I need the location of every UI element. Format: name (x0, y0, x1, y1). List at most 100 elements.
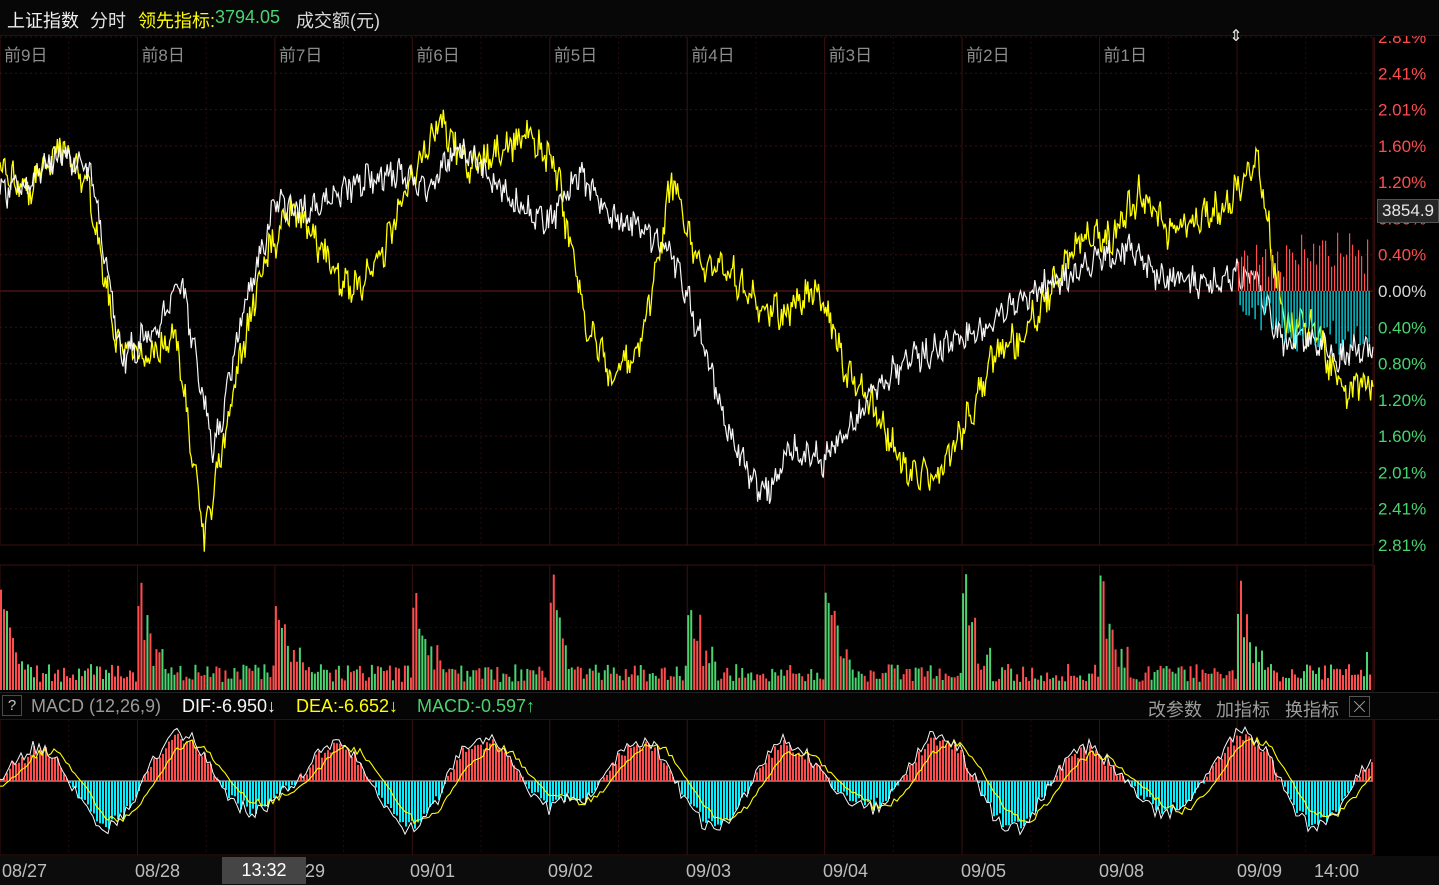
macd-histogram-bar (495, 745, 497, 781)
strength-bar-up (1337, 232, 1339, 291)
strength-bar-up (1334, 265, 1336, 291)
current-price-box: 3854.9 (1377, 199, 1439, 223)
macd-histogram-bar (681, 781, 683, 795)
volume-bar (881, 673, 884, 690)
volume-bar (84, 670, 86, 690)
strength-bar-up (1286, 245, 1288, 291)
volume-bar (0, 589, 2, 690)
volume-bar (355, 669, 358, 690)
macd-histogram-bar (774, 746, 776, 781)
macd-histogram-bar (918, 751, 920, 781)
volume-bar (295, 661, 298, 690)
volume-bar (215, 666, 218, 690)
volume-bar (481, 678, 484, 690)
volume-bar (331, 681, 334, 690)
volume-bar (469, 676, 472, 690)
macd-histogram-bar (1233, 745, 1235, 781)
volume-bar (105, 669, 107, 690)
macd-histogram-bar (258, 781, 260, 801)
volume-bar (920, 667, 923, 690)
macd-histogram-bar (837, 781, 839, 793)
volume-bar (591, 670, 594, 690)
volume-bar (436, 645, 439, 690)
volume-bar (744, 677, 747, 690)
strength-bar-down (1248, 291, 1250, 316)
macd-histogram-bar (816, 763, 818, 781)
macd-histogram-bar (1011, 781, 1013, 823)
strength-bar-up (1250, 271, 1252, 291)
y-tick-label: 2.01% (1378, 463, 1426, 482)
macd-histogram-bar (699, 781, 701, 812)
volume-bar (541, 670, 544, 690)
macd-histogram-bar (981, 781, 983, 796)
volume-bar (1315, 673, 1317, 690)
x-tick-label: 09/09 (1237, 861, 1282, 881)
volume-bar (346, 665, 349, 690)
macd-histogram-bar (357, 764, 359, 781)
volume-bar (272, 665, 275, 690)
volume-bar (902, 674, 905, 690)
volume-bar (367, 677, 370, 690)
volume-bar (316, 671, 319, 690)
macd-histogram-bar (471, 748, 473, 781)
volume-bar (648, 673, 651, 690)
strength-bar-down (1308, 291, 1310, 329)
volume-bar (816, 672, 819, 690)
volume-bar (194, 664, 197, 690)
volume-bar (111, 664, 113, 690)
macd-histogram-bar (693, 781, 695, 807)
strength-bar-up (1274, 276, 1276, 291)
volume-bar (926, 671, 929, 690)
volume-bar (1150, 679, 1153, 690)
close-panel-icon[interactable] (1349, 696, 1370, 717)
macd-histogram-bar (1170, 781, 1172, 813)
macd-histogram-bar (588, 781, 590, 795)
volume-bar (457, 673, 460, 690)
volume-bar (129, 670, 131, 690)
macd-histogram-bar (1056, 775, 1058, 781)
volume-bar (914, 667, 917, 690)
macd-histogram-bar (1236, 735, 1238, 781)
volume-bar (520, 669, 523, 690)
macd-histogram-bar (972, 776, 974, 781)
add-indicator-button[interactable]: 加指标 (1216, 696, 1270, 722)
help-button[interactable]: ? (2, 695, 22, 716)
macd-histogram-bar (1116, 775, 1118, 781)
macd-histogram-bar (1200, 780, 1202, 781)
volume-bar (161, 649, 164, 690)
switch-indicator-button[interactable]: 换指标 (1285, 696, 1339, 722)
y-tick-label: 1.20% (1378, 391, 1426, 410)
volume-bar (687, 615, 690, 690)
volume-bar (609, 673, 612, 690)
y-tick-label: 0.00% (1378, 282, 1426, 301)
volume-bar (149, 633, 152, 690)
volume-bar (857, 671, 860, 690)
volume-bar (1318, 667, 1320, 690)
y-tick-label: 0.40% (1378, 318, 1426, 337)
volume-bar (349, 672, 352, 690)
volume-bar (439, 660, 442, 690)
volume-bar (630, 674, 633, 690)
volume-bar (48, 664, 50, 690)
volume-bar (1216, 671, 1219, 690)
y-tick-label: 1.60% (1378, 427, 1426, 446)
vertical-cursor-icon[interactable]: ⇕ (1228, 28, 1244, 46)
volume-bar (397, 668, 400, 690)
strength-bar-down (1338, 291, 1340, 355)
lead-indicator-value: 3794.05 (215, 7, 281, 27)
macd-histogram-bar (582, 781, 584, 799)
macd-histogram-bar (1152, 781, 1154, 804)
volume-bar (573, 669, 576, 690)
macd-histogram-bar (1176, 781, 1178, 810)
volume-bar (696, 640, 699, 690)
volume-bar (869, 670, 872, 690)
macd-histogram-bar (1092, 750, 1094, 781)
strength-bar-down (1299, 291, 1301, 336)
change-params-button[interactable]: 改参数 (1148, 696, 1202, 722)
macd-histogram-bar (195, 747, 197, 781)
volume-bar (361, 673, 364, 690)
volume-bar (1126, 646, 1129, 690)
strength-bar-up (1346, 254, 1348, 291)
macd-histogram-bar (333, 742, 335, 781)
macd-histogram-bar (1314, 781, 1316, 824)
